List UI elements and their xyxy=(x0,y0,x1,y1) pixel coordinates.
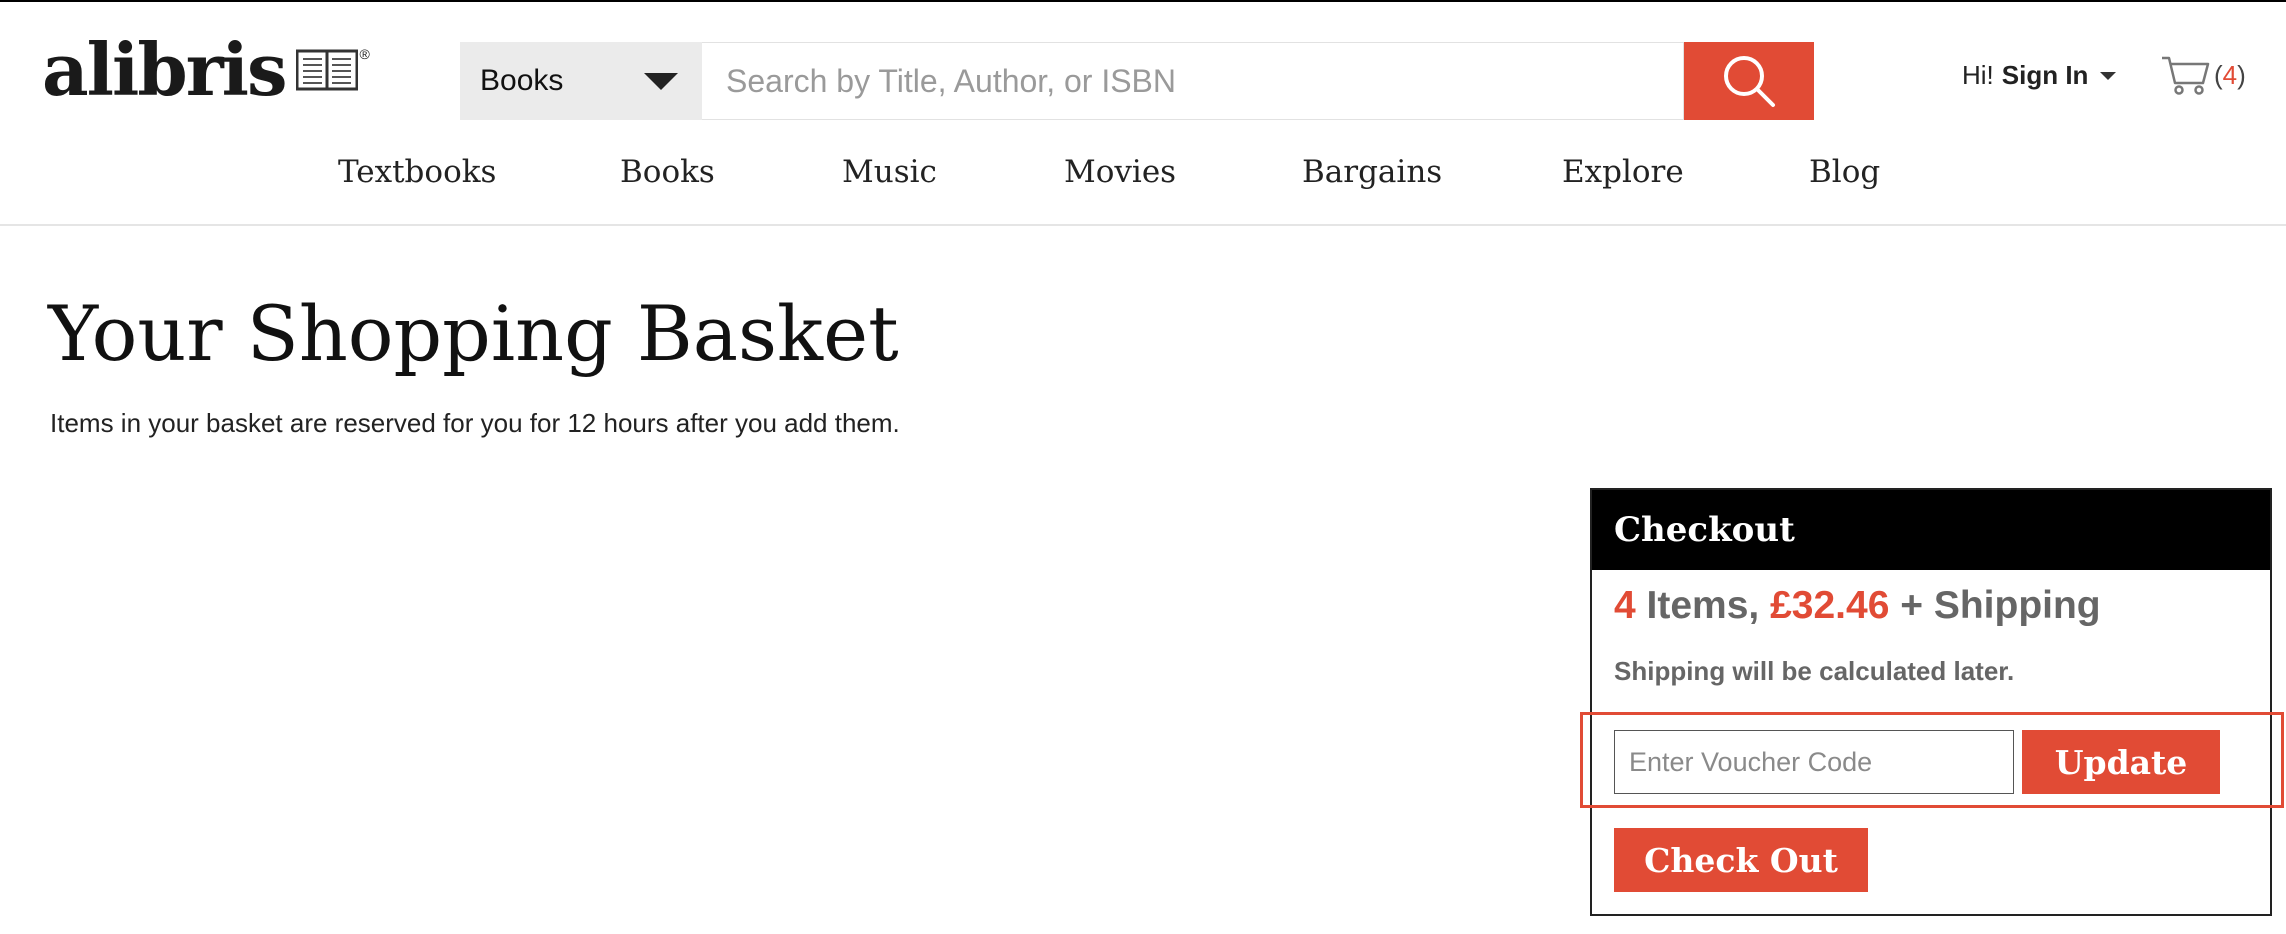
chevron-down-icon xyxy=(644,72,678,90)
nav-item-explore[interactable]: Explore xyxy=(1562,154,1684,190)
check-out-button[interactable]: Check Out xyxy=(1614,828,1868,892)
search-bar: Books xyxy=(460,42,1814,120)
signin-link[interactable]: Sign In xyxy=(2002,60,2089,91)
chevron-down-icon xyxy=(2100,71,2117,80)
nav-item-blog[interactable]: Blog xyxy=(1809,154,1880,190)
search-button[interactable] xyxy=(1684,42,1814,120)
cart-link[interactable]: ( 4 ) xyxy=(2160,54,2246,96)
category-select-value: Books xyxy=(480,64,564,97)
logo-wordmark: alibris xyxy=(42,27,288,112)
page-title: Your Shopping Basket xyxy=(48,289,899,378)
nav-item-books[interactable]: Books xyxy=(620,154,715,190)
item-count: 4 xyxy=(1614,584,1636,627)
top-border xyxy=(0,0,2286,2)
open-book-icon xyxy=(295,49,358,91)
nav-item-bargains[interactable]: Bargains xyxy=(1302,154,1442,190)
alibris-logo[interactable]: alibris ® xyxy=(42,30,370,110)
search-icon xyxy=(1724,56,1775,107)
nav-item-textbooks[interactable]: Textbooks xyxy=(338,154,496,190)
main-nav: Textbooks Books Music Movies Bargains Ex… xyxy=(0,150,2286,226)
nav-item-movies[interactable]: Movies xyxy=(1064,154,1176,190)
checkout-header: Checkout xyxy=(1592,490,2270,570)
shipping-label: + Shipping xyxy=(1889,584,2101,627)
page-subtitle: Items in your basket are reserved for yo… xyxy=(50,408,900,438)
update-button[interactable]: Update xyxy=(2022,730,2220,794)
total-price: £32.46 xyxy=(1770,584,1890,627)
cart-paren-close: ) xyxy=(2237,59,2246,90)
account-menu[interactable]: Hi! Sign In xyxy=(1962,60,2117,91)
nav-item-music[interactable]: Music xyxy=(842,154,937,190)
checkout-summary: 4 Items, £32.46 + Shipping xyxy=(1614,584,2101,628)
cart-paren-open: ( xyxy=(2214,59,2223,90)
voucher-code-input[interactable] xyxy=(1614,730,2014,794)
category-select[interactable]: Books xyxy=(460,42,702,120)
cart-count: 4 xyxy=(2222,59,2238,90)
items-label: Items, xyxy=(1635,584,1771,627)
cart-icon xyxy=(2162,56,2210,95)
shipping-note: Shipping will be calculated later. xyxy=(1614,656,2015,686)
search-input[interactable] xyxy=(702,42,1684,120)
voucher-row: Update xyxy=(1614,730,2220,794)
greeting-text: Hi! xyxy=(1962,60,1994,90)
registered-mark: ® xyxy=(359,46,370,62)
checkout-panel: Checkout 4 Items, £32.46 + Shipping Ship… xyxy=(1590,488,2272,916)
